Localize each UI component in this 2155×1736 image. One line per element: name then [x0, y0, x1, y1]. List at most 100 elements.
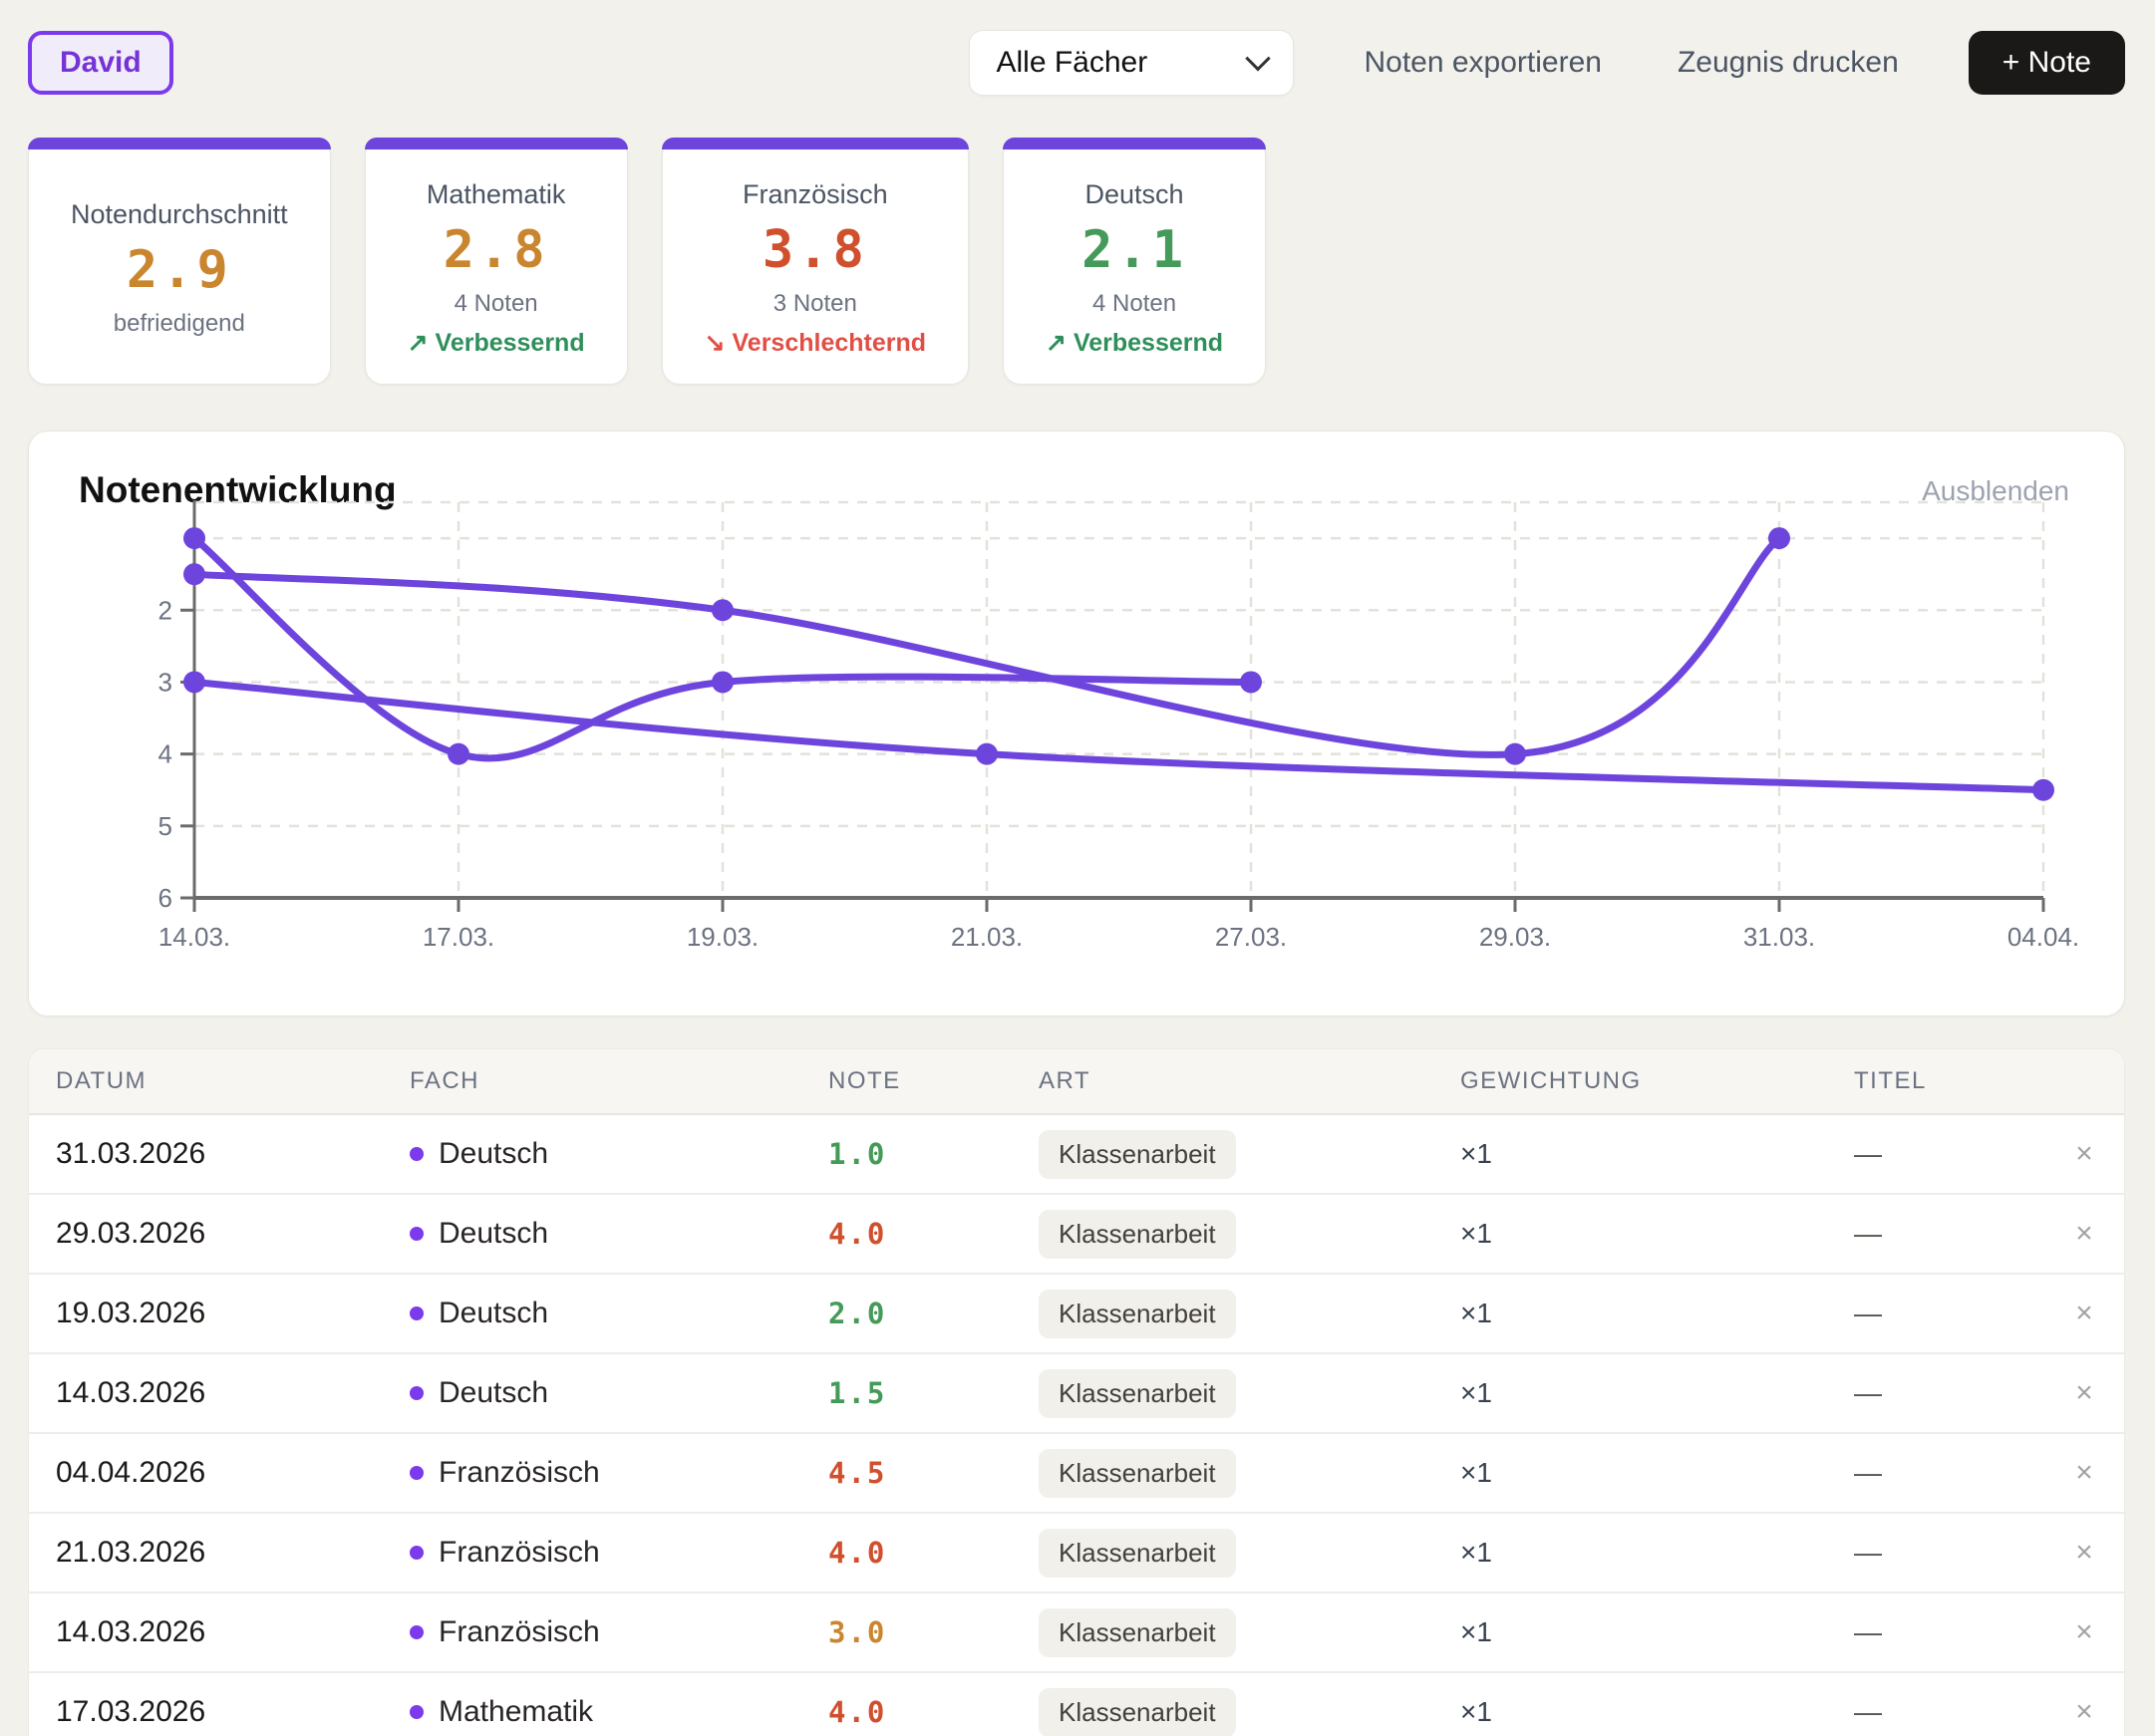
grade-type-badge: Klassenarbeit	[1039, 1368, 1236, 1418]
card-deutsch: Deutsch 2.1 4 Noten ↗ Verbessernd	[1003, 138, 1267, 385]
grade-date: 31.03.2026	[56, 1137, 206, 1170]
subject-name: Deutsch	[439, 1297, 549, 1329]
table-row: 04.04.2026 Französisch 4.5 Klassenarbeit…	[29, 1434, 2124, 1514]
add-note-button[interactable]: + Note	[1968, 31, 2125, 95]
card-subtext: befriedigend	[113, 309, 245, 337]
grade-value: 4.5	[828, 1456, 887, 1490]
card-average: Notendurchschnitt 2.9 befriedigend	[28, 138, 331, 385]
grade-weight: ×1	[1460, 1696, 1492, 1727]
grade-subject: Deutsch	[410, 1376, 828, 1410]
subject-dot-icon	[410, 1466, 424, 1480]
col-header-art: ART	[1039, 1067, 1091, 1094]
col-header-titel: TITEL	[1854, 1067, 1927, 1094]
grade-title: —	[1854, 1298, 1882, 1328]
grade-subject: Französisch	[410, 1536, 828, 1570]
grade-weight: ×1	[1460, 1298, 1492, 1328]
card-subtext: 4 Noten	[454, 289, 538, 317]
subject-name: Deutsch	[439, 1137, 549, 1170]
grade-type-badge: Klassenarbeit	[1039, 1607, 1236, 1657]
data-point-französisch	[2032, 778, 2054, 801]
delete-grade-button[interactable]: ×	[2054, 1376, 2114, 1410]
print-report-button[interactable]: Zeugnis drucken	[1672, 45, 1905, 81]
subject-dot-icon	[410, 1227, 424, 1241]
grade-value: 1.5	[828, 1376, 887, 1410]
subject-dot-icon	[410, 1386, 424, 1400]
grade-weight: ×1	[1460, 1218, 1492, 1249]
trend-down-label: ↘ Verschlechternd	[704, 328, 927, 357]
grade-type-badge: Klassenarbeit	[1039, 1209, 1236, 1259]
grade-subject: Deutsch	[410, 1217, 828, 1251]
subject-filter-select[interactable]: Alle Fächer	[969, 30, 1295, 96]
card-label: Deutsch	[1084, 178, 1184, 209]
grades-table: DATUM FACH NOTE ART GEWICHTUNG TITEL 31.…	[28, 1048, 2125, 1736]
export-grades-button[interactable]: Noten exportieren	[1358, 45, 1607, 81]
delete-grade-button[interactable]: ×	[2054, 1695, 2114, 1729]
y-tick-label: 4	[158, 739, 172, 769]
delete-grade-button[interactable]: ×	[2054, 1536, 2114, 1570]
grade-weight: ×1	[1460, 1138, 1492, 1169]
x-tick-label: 27.03.	[1215, 922, 1287, 952]
grade-value: 3.0	[828, 1615, 887, 1649]
trend-up-label: ↗ Verbessernd	[1046, 328, 1224, 357]
grade-type-badge: Klassenarbeit	[1039, 1289, 1236, 1338]
summary-cards: Notendurchschnitt 2.9 befriedigend Mathe…	[28, 138, 2125, 385]
grade-trend-line-chart: 2 3 4 5 6 14.03. 17.03. 19.03. 21.03. 27.03. 29.03…	[158, 500, 2079, 952]
delete-grade-button[interactable]: ×	[2054, 1137, 2114, 1171]
grade-title: —	[1854, 1377, 1882, 1408]
grade-subject: Deutsch	[410, 1297, 828, 1330]
grade-type-badge: Klassenarbeit	[1039, 1129, 1236, 1179]
grade-value: 1.0	[828, 1137, 887, 1171]
grade-value: 2.0	[828, 1297, 887, 1330]
grade-subject: Deutsch	[410, 1137, 828, 1171]
grade-type-cell: Klassenarbeit	[1039, 1528, 1460, 1578]
table-header-row: DATUM FACH NOTE ART GEWICHTUNG TITEL	[29, 1049, 2124, 1115]
grade-title: —	[1854, 1616, 1882, 1647]
grade-value: 4.0	[828, 1536, 887, 1570]
grade-type-cell: Klassenarbeit	[1039, 1129, 1460, 1179]
grade-weight: ×1	[1460, 1377, 1492, 1408]
card-label: Französisch	[743, 178, 888, 209]
table-row: 14.03.2026 Deutsch 1.5 Klassenarbeit ×1 …	[29, 1354, 2124, 1434]
card-label: Mathematik	[426, 178, 566, 209]
delete-grade-button[interactable]: ×	[2054, 1297, 2114, 1330]
subject-dot-icon	[410, 1705, 424, 1719]
grade-type-cell: Klassenarbeit	[1039, 1209, 1460, 1259]
data-point-mathematik	[712, 671, 734, 694]
table-row: 21.03.2026 Französisch 4.0 Klassenarbeit…	[29, 1514, 2124, 1593]
delete-grade-button[interactable]: ×	[2054, 1615, 2114, 1649]
data-point-deutsch	[712, 599, 734, 622]
student-tab-david[interactable]: David	[28, 31, 173, 95]
card-franzoesisch: Französisch 3.8 3 Noten ↘ Verschlechtern…	[661, 138, 970, 385]
grade-title: —	[1854, 1138, 1882, 1169]
col-header-datum: DATUM	[56, 1067, 148, 1094]
x-tick-label: 31.03.	[1743, 922, 1815, 952]
data-point-mathematik	[1240, 671, 1262, 694]
grade-type-cell: Klassenarbeit	[1039, 1687, 1460, 1736]
subject-name: Deutsch	[439, 1376, 549, 1409]
grade-date: 14.03.2026	[56, 1376, 206, 1409]
grade-type-cell: Klassenarbeit	[1039, 1368, 1460, 1418]
data-point-französisch	[183, 671, 205, 694]
table-row: 31.03.2026 Deutsch 1.0 Klassenarbeit ×1 …	[29, 1115, 2124, 1195]
grade-title: —	[1854, 1537, 1882, 1568]
subject-name: Deutsch	[439, 1217, 549, 1250]
data-point-französisch	[976, 742, 998, 765]
subject-name: Mathematik	[439, 1695, 594, 1728]
chevron-down-icon	[1245, 46, 1272, 72]
subject-name: Französisch	[439, 1615, 600, 1648]
table-row: 14.03.2026 Französisch 3.0 Klassenarbeit…	[29, 1593, 2124, 1673]
y-tick-label: 6	[158, 883, 172, 913]
subject-filter-value: Alle Fächer	[996, 46, 1148, 79]
card-label: Notendurchschnitt	[71, 198, 288, 229]
table-row: 17.03.2026 Mathematik 4.0 Klassenarbeit …	[29, 1673, 2124, 1736]
subject-name: Französisch	[439, 1536, 600, 1569]
grade-date: 04.04.2026	[56, 1456, 206, 1489]
delete-grade-button[interactable]: ×	[2054, 1217, 2114, 1251]
x-tick-label: 04.04.	[2007, 922, 2079, 952]
grade-weight: ×1	[1460, 1537, 1492, 1568]
x-tick-label: 17.03.	[423, 922, 494, 952]
grade-title: —	[1854, 1457, 1882, 1488]
x-tick-label: 21.03.	[951, 922, 1023, 952]
subject-dot-icon	[410, 1625, 424, 1639]
delete-grade-button[interactable]: ×	[2054, 1456, 2114, 1490]
